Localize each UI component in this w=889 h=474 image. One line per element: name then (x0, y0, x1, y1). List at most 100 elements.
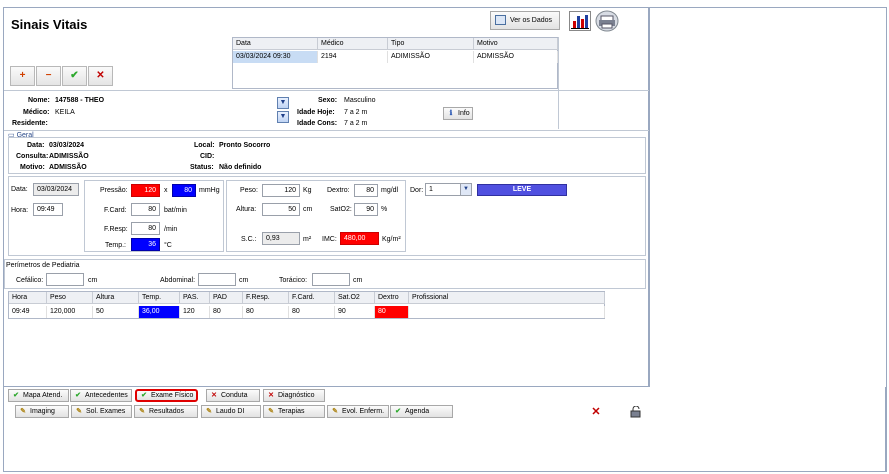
motivo-value: ADMISSÃO (49, 164, 87, 171)
pressure-separator: x (164, 187, 168, 194)
chevron-down-icon[interactable]: ▼ (277, 111, 289, 123)
status-label: Status: (190, 164, 214, 171)
tab-agenda[interactable]: ✔ Agenda (390, 405, 453, 418)
page-title: Sinais Vitais (11, 17, 88, 32)
dextro-field[interactable]: 80 (354, 184, 378, 197)
imc-label: IMC: (322, 236, 337, 243)
column-header[interactable]: F.Resp. (243, 292, 289, 304)
tab-sol-exames[interactable]: ✎ Sol. Exames (71, 405, 132, 418)
geral-box (8, 137, 646, 174)
column-header[interactable]: Altura (93, 292, 139, 304)
cefalico-field[interactable] (46, 273, 84, 286)
age-cons-value: 7 a 2 m (344, 120, 368, 127)
fcard-label: F.Card: (104, 207, 127, 214)
chevron-down-icon[interactable]: ▼ (460, 184, 471, 195)
local-value: Pronto Socorro (219, 142, 271, 149)
tab-laudo-di[interactable]: ✎ Laudo DI (201, 405, 261, 418)
tab-label: Mapa Atend. (23, 392, 63, 399)
column-header[interactable]: PAS. (180, 292, 210, 304)
column-header[interactable]: Profissional (409, 292, 605, 304)
divider (558, 37, 559, 129)
fcard-field[interactable]: 80 (131, 203, 160, 216)
fresp-field[interactable]: 80 (131, 222, 160, 235)
remove-button[interactable]: − (36, 66, 61, 86)
vitals-time-field[interactable]: 09:49 (33, 203, 63, 216)
cefalico-unit: cm (88, 277, 98, 284)
divider (4, 130, 649, 131)
age-today-label: Idade Hoje: (297, 109, 335, 116)
table-cell: 90 (335, 306, 375, 318)
toracico-field[interactable] (312, 273, 350, 286)
vitals-date-field[interactable]: 03/03/2024 (33, 183, 79, 196)
add-button[interactable]: + (10, 66, 35, 86)
chevron-down-icon[interactable]: ▼ (277, 97, 289, 109)
temp-field[interactable]: 36 (131, 238, 160, 251)
check-icon: ✔ (13, 392, 19, 399)
tab-exame-fisico[interactable]: ✔ Exame Físico (135, 389, 198, 402)
consulta-label: Consulta: (16, 153, 49, 160)
column-header[interactable]: Tipo (388, 38, 474, 50)
confirm-button[interactable]: ✔ (62, 66, 87, 86)
column-header[interactable]: Hora (9, 292, 47, 304)
vitals-time-label: Hora: (11, 207, 29, 214)
table-cell: ADIMISSÃO (388, 51, 474, 63)
tab-label: Sol. Exames (86, 408, 126, 415)
height-label: Altura: (236, 206, 257, 213)
temp-unit: °C (164, 242, 172, 249)
height-field[interactable]: 50 (262, 203, 300, 216)
check-icon: ✔ (75, 392, 81, 399)
doctor-label: Médico: (23, 109, 50, 116)
abdominal-field[interactable] (198, 273, 236, 286)
fcard-unit: bat/min (164, 207, 187, 214)
tab-diagnostico[interactable]: ✕ Diagnóstico (263, 389, 325, 402)
delete-icon[interactable]: ✕ (589, 406, 603, 419)
chart-report-icon[interactable] (569, 11, 591, 31)
dextro-label: Dextro: (327, 187, 350, 194)
column-header[interactable]: Dextro (375, 292, 409, 304)
table-cell: 2194 (318, 51, 388, 63)
pressure-unit: mmHg (199, 187, 220, 194)
tab-resultados[interactable]: ✎ Resultados (134, 405, 198, 418)
tab-label: Resultados (149, 408, 185, 415)
name-label: Nome: (28, 97, 50, 104)
info-icon: ℹ (449, 110, 453, 117)
table-cell: 80 (210, 306, 243, 318)
pressure-systolic-field[interactable]: 120 (131, 184, 160, 197)
age-today-value: 7 a 2 m (344, 109, 368, 116)
column-header[interactable]: Médico (318, 38, 388, 50)
tab-conduta[interactable]: ✕ Conduta (206, 389, 260, 402)
column-header[interactable]: Temp. (139, 292, 180, 304)
pressure-label: Pressão: (100, 187, 128, 194)
dextro-unit: mg/dl (381, 187, 399, 194)
column-header[interactable]: Data (233, 38, 318, 50)
column-header[interactable]: Motivo (474, 38, 558, 50)
weight-field[interactable]: 120 (262, 184, 300, 197)
tab-imaging[interactable]: ✎ Imaging (15, 405, 69, 418)
column-header[interactable]: Sat.O2 (335, 292, 375, 304)
table-cell: 80 (243, 306, 289, 318)
sc-field: 0,93 (262, 232, 300, 245)
pressure-diastolic-field[interactable]: 80 (172, 184, 196, 197)
table-cell: 50 (93, 306, 139, 318)
local-label: Local: (194, 142, 215, 149)
column-header[interactable]: F.Card. (289, 292, 335, 304)
tab-mapa-atend[interactable]: ✔ Mapa Atend. (8, 389, 69, 402)
info-button[interactable]: ℹ Info (443, 107, 473, 120)
cancel-button[interactable]: ✕ (88, 66, 113, 86)
fresp-label: F.Resp: (104, 226, 128, 233)
column-header[interactable]: Peso (47, 292, 93, 304)
geral-date-label: Data: (27, 142, 45, 149)
pencil-icon: ✎ (20, 408, 26, 415)
tab-terapias[interactable]: ✎ Terapias (263, 405, 325, 418)
printer-icon[interactable] (595, 10, 619, 32)
tab-evol-enferm[interactable]: ✎ Evol. Enferm. (327, 405, 389, 418)
column-header[interactable]: PAD (210, 292, 243, 304)
pain-select[interactable]: 1 ▼ (425, 183, 472, 196)
lock-icon[interactable] (628, 405, 642, 418)
tab-antecedentes[interactable]: ✔ Antecedentes (70, 389, 132, 402)
table-cell: 09:49 (9, 306, 47, 318)
view-data-button[interactable]: Ver os Dados (490, 11, 560, 30)
info-label: Info (458, 110, 470, 117)
pain-label: Dor: (410, 187, 424, 194)
sato2-field[interactable]: 90 (354, 203, 378, 216)
